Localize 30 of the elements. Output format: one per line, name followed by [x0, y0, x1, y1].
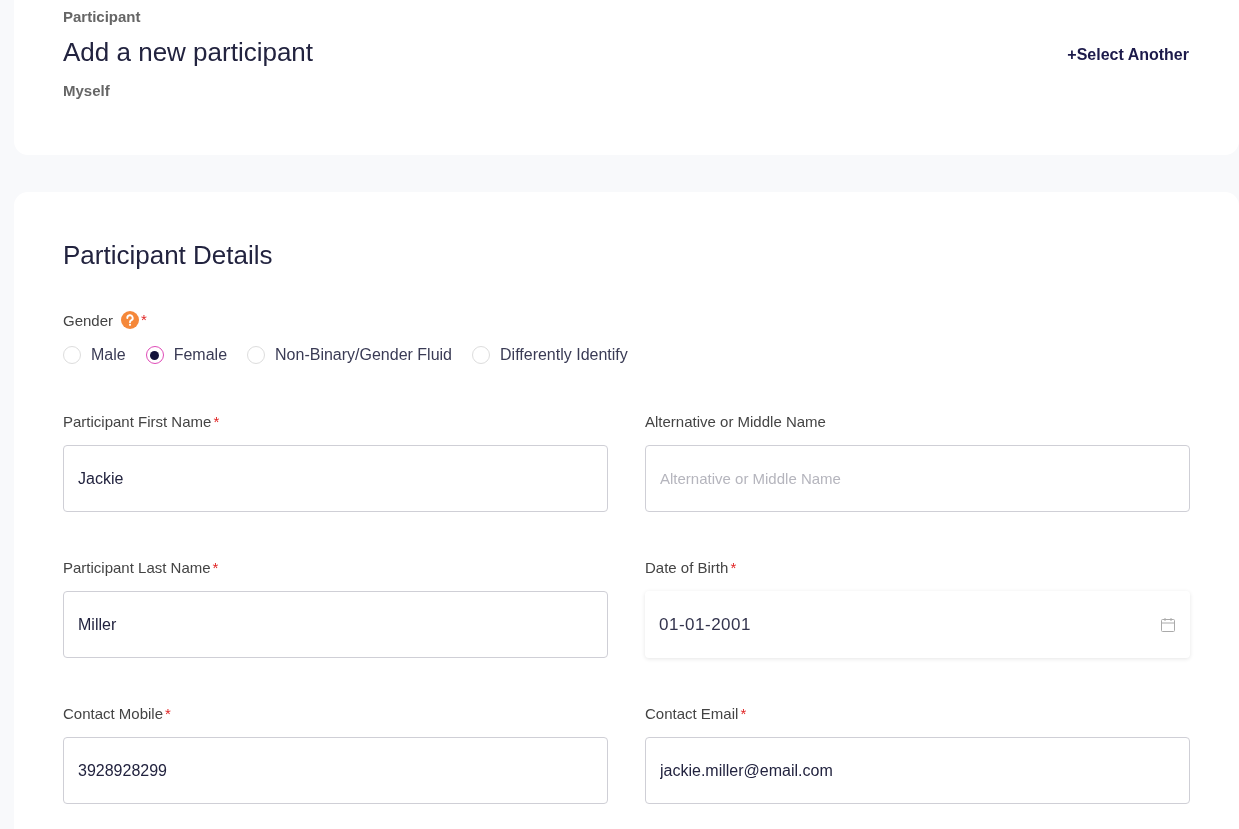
field-label: Contact Mobile — [63, 705, 164, 722]
subtitle: Myself — [63, 82, 111, 99]
required-mark: * — [730, 559, 737, 576]
input-field[interactable]: jackie.miller@email.com — [645, 737, 1190, 804]
help-icon[interactable] — [121, 311, 140, 329]
required-mark: * — [740, 705, 747, 722]
field-label: Participant Last Name — [63, 559, 211, 576]
field-label: Date of Birth — [645, 559, 729, 576]
select-another-link[interactable]: +Select Another — [1067, 46, 1189, 64]
radio-option[interactable]: Non-Binary/Gender Fluid — [247, 346, 452, 364]
date-field[interactable]: 01-01-2001 — [645, 591, 1190, 658]
input-field[interactable]: Miller — [63, 591, 608, 658]
radio-option[interactable]: Female — [145, 346, 228, 364]
eyebrow-label: Participant — [63, 8, 142, 25]
calendar-icon[interactable] — [1160, 616, 1176, 633]
section-title: Participant Details — [63, 240, 274, 271]
input-field[interactable]: Alternative or Middle Name — [645, 445, 1190, 512]
radio-option[interactable]: Male — [63, 346, 126, 364]
field-label: Alternative or Middle Name — [645, 413, 826, 430]
input-field[interactable]: Jackie — [63, 445, 608, 512]
input-field[interactable]: 3928928299 — [63, 737, 608, 804]
required-mark: * — [165, 705, 171, 722]
required-mark: * — [213, 413, 220, 430]
page-title: Add a new participant — [63, 37, 314, 68]
field-label: Gender — [63, 311, 114, 329]
field-label: Contact Email — [645, 705, 739, 722]
required-mark: * — [212, 559, 219, 576]
radio-option[interactable]: Differently Identify — [472, 346, 628, 364]
required-mark: * — [141, 311, 147, 328]
field-label: Participant First Name — [63, 413, 212, 430]
